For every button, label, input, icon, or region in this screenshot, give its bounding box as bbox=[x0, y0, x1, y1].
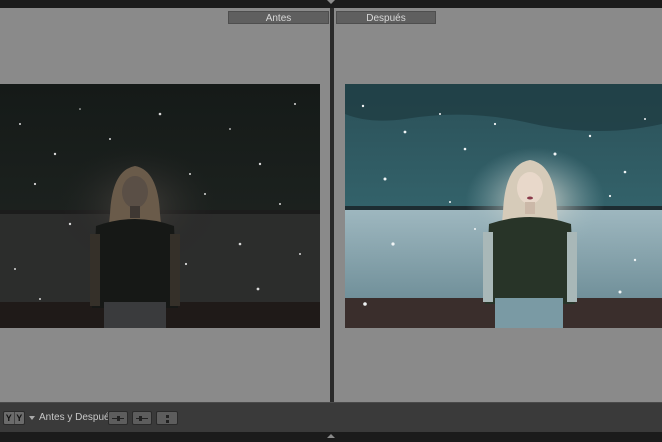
copy-before-to-after-button[interactable] bbox=[108, 411, 128, 425]
before-after-label: Antes y Después: bbox=[39, 412, 118, 423]
copy-after-to-before-icon-marker bbox=[139, 416, 142, 421]
after-photo-image bbox=[345, 84, 662, 328]
copy-before-to-after-icon-marker bbox=[117, 416, 120, 421]
view-mode-left-glyph: Y bbox=[5, 413, 12, 423]
after-photo[interactable] bbox=[345, 84, 662, 328]
before-photo[interactable] bbox=[0, 84, 320, 328]
copy-after-to-before-button[interactable] bbox=[132, 411, 152, 425]
before-label: Antes bbox=[228, 11, 329, 24]
before-after-toolbar: Y Y Antes y Después: bbox=[0, 402, 662, 432]
copy-after-to-before-icon bbox=[136, 418, 148, 419]
after-pane: Después bbox=[334, 8, 662, 402]
collapse-top-panel-icon[interactable] bbox=[327, 0, 335, 4]
before-pane: Antes bbox=[0, 8, 330, 402]
swap-before-after-button[interactable] bbox=[156, 411, 178, 425]
chevron-down-icon[interactable] bbox=[29, 416, 35, 420]
view-mode-right-glyph: Y bbox=[13, 412, 25, 424]
swap-before-after-icon-lower bbox=[166, 420, 169, 423]
expand-filmstrip-icon[interactable] bbox=[327, 434, 335, 438]
after-label: Después bbox=[336, 11, 436, 24]
before-photo-image bbox=[0, 84, 320, 328]
swap-before-after-icon bbox=[166, 415, 169, 418]
before-after-view-button[interactable]: Y Y bbox=[3, 411, 25, 425]
